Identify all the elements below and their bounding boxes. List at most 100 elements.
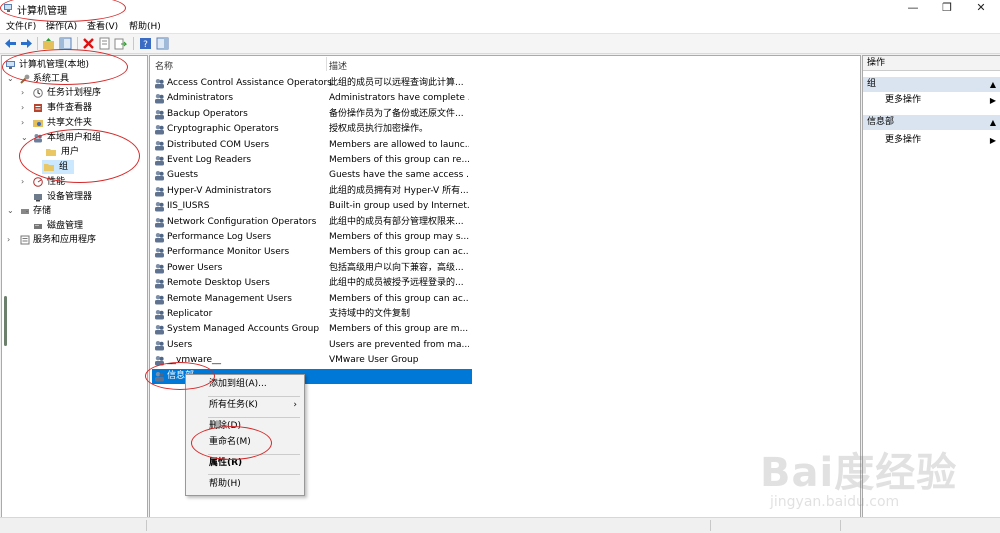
group-name: __vmware__: [167, 355, 222, 366]
group-icon: [155, 325, 164, 335]
table-row[interactable]: Guests Guests have the same access ...: [152, 168, 472, 183]
menu-file[interactable]: 文件(F): [6, 19, 36, 32]
table-row[interactable]: Event Log Readers Members of this group c…: [152, 153, 472, 168]
table-row[interactable]: Network Configuration Operators 此组中的成员有部分…: [152, 215, 472, 230]
group-name: System Managed Accounts Group: [167, 324, 320, 335]
table-row[interactable]: Performance Log Users Members of this gro…: [152, 230, 472, 245]
delete-icon[interactable]: [82, 37, 95, 50]
tree-item-services-apps[interactable]: › 服务和应用程序: [4, 233, 144, 247]
column-header-description[interactable]: 描述: [329, 59, 347, 72]
group-name: Power Users: [167, 262, 223, 273]
table-row[interactable]: Cryptographic Operators 授权成员执行加密操作。: [152, 122, 472, 137]
disk-icon: [34, 224, 42, 229]
close-button[interactable]: ✕: [966, 0, 996, 17]
collapse-arrow-icon[interactable]: ▲: [990, 77, 996, 92]
table-row[interactable]: __vmware__ VMware User Group: [152, 353, 472, 368]
collapse-arrow-icon[interactable]: ▲: [990, 115, 996, 130]
section-label: 组: [867, 79, 877, 89]
computer-management-icon: [4, 4, 12, 12]
table-row[interactable]: Replicator 支持域中的文件复制: [152, 307, 472, 322]
table-row[interactable]: System Managed Accounts Group Members of …: [152, 322, 472, 337]
chevron-down-icon[interactable]: ⌄: [7, 204, 14, 218]
table-row[interactable]: Remote Desktop Users 此组中的成员被授予远程登录的...: [152, 276, 472, 291]
group-icon: [155, 340, 164, 351]
section-label: 信息部: [867, 117, 895, 127]
table-row[interactable]: Users Users are prevented from ma...: [152, 338, 472, 353]
forward-icon[interactable]: [20, 37, 33, 50]
more-actions-groups[interactable]: 更多操作 ▶: [863, 93, 1000, 108]
group-icon: [155, 202, 164, 212]
group-name: Hyper-V Administrators: [167, 185, 272, 196]
tree-label: 本地用户和组: [47, 133, 102, 143]
table-row[interactable]: Backup Operators 备份操作员为了备份或还原文件...: [152, 107, 472, 122]
menu-help[interactable]: 帮助(H): [129, 19, 161, 32]
chevron-right-icon[interactable]: ›: [21, 116, 24, 130]
device-icon: [34, 194, 42, 202]
table-row[interactable]: Performance Monitor Users Members of this…: [152, 245, 472, 260]
group-description: Members are allowed to launc...: [329, 139, 469, 150]
column-header-name[interactable]: 名称: [155, 59, 173, 72]
chevron-down-icon[interactable]: ⌄: [21, 131, 28, 145]
help-icon[interactable]: ?: [139, 37, 152, 50]
ctx-delete[interactable]: 删除(D): [186, 418, 304, 435]
properties-icon[interactable]: [98, 37, 111, 50]
column-divider[interactable]: [326, 57, 327, 71]
tree-item-users[interactable]: 用户: [4, 145, 144, 159]
menu-view[interactable]: 查看(V): [87, 19, 118, 32]
show-hide-tree-icon[interactable]: [59, 37, 72, 50]
ctx-add-to-group[interactable]: 添加到组(A)...: [186, 376, 304, 393]
chevron-right-icon[interactable]: ›: [21, 175, 24, 189]
table-row[interactable]: Hyper-V Administrators 此组的成员拥有对 Hyper-V 所…: [152, 184, 472, 199]
ctx-properties[interactable]: 属性(R): [186, 455, 304, 472]
more-actions-selected[interactable]: 更多操作 ▶: [863, 133, 1000, 148]
tree-item-computer-management[interactable]: 计算机管理(本地): [4, 58, 144, 72]
table-row[interactable]: Remote Management Users Members of this g…: [152, 292, 472, 307]
group-name: Remote Desktop Users: [167, 278, 270, 289]
group-description: Members of this group can re...: [329, 155, 469, 165]
chevron-down-icon[interactable]: ⌄: [7, 72, 14, 86]
back-icon[interactable]: [4, 37, 17, 50]
tree-scrollbar-thumb[interactable]: [4, 296, 7, 346]
actions-section-selected-group[interactable]: 信息部 ▲: [863, 115, 1000, 130]
group-icon: [155, 248, 164, 258]
tree-item-local-users-groups[interactable]: ⌄ 本地用户和组: [4, 131, 144, 145]
ctx-all-tasks[interactable]: 所有任务(K) ›: [186, 397, 304, 414]
ctx-rename[interactable]: 重命名(M): [186, 434, 304, 451]
tree-item-event-viewer[interactable]: › 事件查看器: [4, 101, 144, 115]
tree-label: 任务计划程序: [47, 88, 102, 98]
chevron-right-icon[interactable]: ›: [21, 101, 24, 115]
toolbar-separator: [37, 37, 38, 50]
table-row[interactable]: Access Control Assistance Operators 此组的成员…: [152, 76, 472, 91]
menu-action[interactable]: 操作(A): [46, 19, 77, 32]
group-icon: [155, 156, 164, 166]
table-row[interactable]: Distributed COM Users Members are allowed…: [152, 138, 472, 153]
tree-item-device-manager[interactable]: 设备管理器: [4, 190, 144, 204]
actions-section-groups[interactable]: 组 ▲: [863, 77, 1000, 92]
tree-item-shared-folders[interactable]: › 共享文件夹: [4, 116, 144, 130]
tree-item-storage[interactable]: ⌄ 存储: [4, 204, 144, 218]
chevron-right-icon[interactable]: ›: [7, 233, 10, 247]
tree-item-disk-management[interactable]: 磁盘管理: [4, 219, 144, 233]
minimize-button[interactable]: —: [898, 0, 928, 17]
tree-label: 用户: [61, 147, 80, 157]
tree-item-system-tools[interactable]: ⌄ 系统工具: [4, 72, 144, 86]
computer-icon: [6, 61, 15, 69]
table-row[interactable]: Power Users 包括高级用户以向下兼容，高级...: [152, 261, 472, 276]
ctx-help[interactable]: 帮助(H): [186, 476, 304, 493]
tree-label: 性能: [47, 177, 66, 187]
actions-pane: 操作 组 ▲ 更多操作 ▶ 信息部 ▲ 更多操作 ▶: [862, 55, 1000, 519]
tree-item-performance[interactable]: › 性能: [4, 175, 144, 189]
table-row[interactable]: IIS_IUSRS Built-in group used by Internet…: [152, 199, 472, 214]
group-description: 此组的成员拥有对 Hyper-V 所有...: [329, 185, 469, 196]
up-folder-icon[interactable]: [42, 37, 55, 50]
tree-item-groups[interactable]: 组: [42, 160, 74, 174]
tree-item-task-scheduler[interactable]: › 任务计划程序: [4, 86, 144, 100]
show-action-pane-icon[interactable]: [156, 37, 169, 50]
tree-label: 存储: [33, 206, 52, 216]
group-icon: [155, 125, 164, 135]
restore-button[interactable]: ❐: [932, 0, 962, 17]
group-name: Access Control Assistance Operators: [167, 78, 332, 88]
export-list-icon[interactable]: [114, 37, 127, 50]
chevron-right-icon[interactable]: ›: [21, 86, 24, 100]
table-row[interactable]: Administrators Administrators have comple…: [152, 91, 472, 106]
